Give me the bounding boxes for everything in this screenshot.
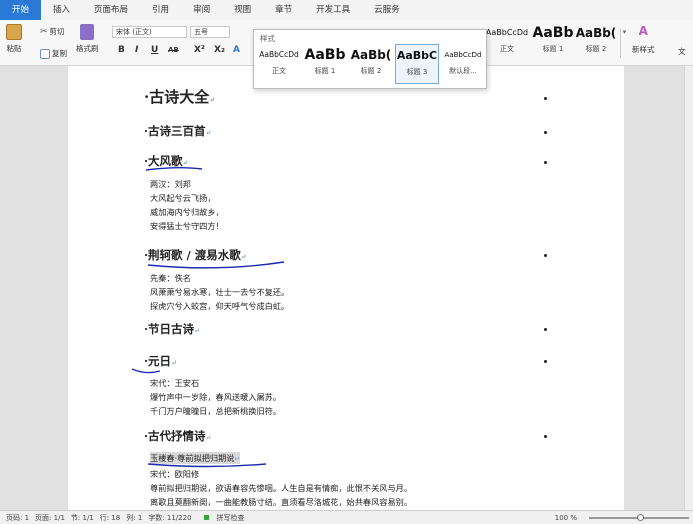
strikethrough-button[interactable]: AB [168,46,179,54]
style-name: 默认段... [449,67,477,75]
tab-developer[interactable]: 开发工具 [304,0,362,20]
menu-bar: 开始 插入 页面布局 引用 审阅 视图 章节 开发工具 云服务 [0,0,693,20]
style-preview: AaBb [304,47,346,63]
text-tools-label: 文 [678,47,686,56]
brush-icon [80,24,95,40]
style-heading1-option[interactable]: AaBb 标题 1 [303,44,347,84]
style-name: 标题 1 [542,45,564,53]
wps-writer-window: 开始 插入 页面布局 引用 审阅 视图 章节 开发工具 云服务 粘贴 ✂ 剪切 … [0,0,693,524]
tab-section[interactable]: 章节 [263,0,304,20]
bold-button[interactable]: B [118,45,125,55]
style-name: 标题 3 [406,68,428,76]
vertical-scrollbar[interactable] [684,66,693,510]
style-preview: AaBb( [350,48,392,62]
status-pages: 页面: 1/1 [35,513,65,522]
style-preview: AaBbCcDd [259,50,299,59]
style-name: 标题 2 [360,67,382,75]
style-heading1-quick[interactable]: AaBb 标题 1 [530,22,576,62]
italic-button[interactable]: I [135,45,138,55]
font-color-button[interactable]: A [233,45,240,55]
copy-label: 复制 [52,49,67,58]
style-default-paragraph-option[interactable]: AaBbCcDd 默认段... [441,44,485,84]
tab-page-layout[interactable]: 页面布局 [82,0,140,20]
styles-expand-button[interactable]: ▾ [620,28,628,58]
underline-button[interactable]: U [151,45,158,55]
status-column: 列: 1 [126,513,143,522]
paste-button[interactable]: 粘贴 [6,24,22,54]
tab-cloud[interactable]: 云服务 [362,0,412,20]
new-style-button[interactable]: A 新样式 [632,24,655,55]
style-preview: AaBbC [396,49,438,62]
zoom-thumb[interactable] [637,513,644,521]
format-painter-button[interactable]: 格式刷 [76,24,99,54]
paste-label: 粘贴 [6,44,22,53]
text-tools-button[interactable]: 文 [678,34,686,57]
spell-check-label: 拼写检查 [216,513,245,522]
cut-button[interactable]: ✂ 剪切 [40,26,65,37]
style-name: 标题 2 [585,45,607,53]
style-name: 正文 [272,67,286,75]
style-preview: AaBb( [575,26,617,40]
style-preview: AaBbCcDd [485,28,529,37]
style-preview: AaBb [532,25,574,41]
ink-annotations [131,167,285,468]
tab-references[interactable]: 引用 [140,0,181,20]
style-preview: AaBbCcDd [444,51,482,59]
status-bar: 页码: 1 页面: 1/1 节: 1/1 行: 18 列: 1 字数: 11/2… [0,510,693,524]
new-style-icon: A [638,24,648,38]
style-normal-quick[interactable]: AaBbCcDd 正文 [484,22,530,62]
style-normal-option[interactable]: AaBbCcDd 正文 [257,44,301,84]
status-word-count[interactable]: 字数: 11/220 [148,513,191,523]
format-painter-label: 格式刷 [76,44,99,53]
font-name-select[interactable]: 宋体 (正文) [112,26,187,38]
subscript-button[interactable]: X₂ [214,45,225,55]
styles-panel-title: 样式 [260,34,275,43]
superscript-button[interactable]: X² [194,45,205,55]
tab-insert[interactable]: 插入 [41,0,82,20]
style-name: 正文 [500,45,514,53]
zoom-level[interactable]: 100 % [555,514,577,522]
copy-button[interactable]: 复制 [40,48,67,59]
style-heading3-option[interactable]: AaBbC 标题 3 [395,44,439,84]
document-page[interactable]: ·古诗大全↵ ·古诗三百首↵ ·大风歌↵ 两汉：刘邦 大风起兮云飞扬， 威加海内… [68,66,624,510]
spell-check-toggle[interactable]: 拼写检查 [198,513,245,523]
style-heading2-option[interactable]: AaBb( 标题 2 [349,44,393,84]
status-section: 节: 1/1 [70,513,94,522]
new-style-label: 新样式 [632,45,655,54]
paste-icon [6,24,22,40]
document-area: ·古诗大全↵ ·古诗三百首↵ ·大风歌↵ 两汉：刘邦 大风起兮云飞扬， 威加海内… [0,66,693,510]
scissors-icon: ✂ [40,26,48,37]
tab-review[interactable]: 审阅 [181,0,222,20]
style-name: 标题 1 [314,67,336,75]
status-row: 行: 18 [99,513,121,522]
tab-view[interactable]: 视图 [222,0,263,20]
copy-icon [40,48,50,59]
tab-home[interactable]: 开始 [0,0,42,20]
spell-check-icon [203,514,209,520]
font-size-select[interactable]: 五号 [190,26,230,38]
zoom-slider[interactable] [583,513,689,523]
style-heading2-quick[interactable]: AaBb( 标题 2 [574,22,618,62]
styles-dropdown-panel: 样式 AaBbCcDd 正文 AaBb 标题 1 AaBb( 标题 2 AaBb… [253,29,487,89]
status-page-number: 页码: 1 [6,513,30,522]
cut-label: 剪切 [49,27,65,36]
